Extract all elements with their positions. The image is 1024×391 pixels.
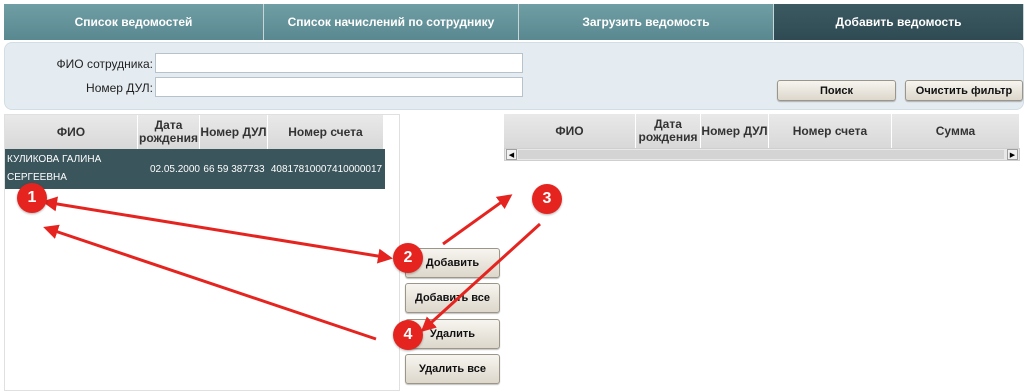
cell-birth-date: 02.05.2000 bbox=[149, 163, 200, 175]
step-badge-2: 2 bbox=[393, 243, 423, 273]
tab-statements-list[interactable]: Список ведомостей bbox=[4, 4, 264, 40]
arrow-add-to-right-grid bbox=[442, 194, 513, 246]
column-header-amount[interactable]: Сумма bbox=[892, 114, 1020, 148]
tab-add-statement[interactable]: Добавить ведомость bbox=[774, 4, 1024, 40]
scrollbar-track[interactable] bbox=[518, 150, 1004, 159]
table-row[interactable]: КУЛИКОВА ГАЛИНА СЕРГЕЕВНА 02.05.2000 66 … bbox=[5, 149, 385, 189]
add-all-button[interactable]: Добавить все bbox=[405, 283, 500, 313]
scroll-left-icon[interactable]: ◀ bbox=[506, 149, 517, 160]
fio-input[interactable] bbox=[155, 53, 523, 73]
column-header-birth-date[interactable]: Дата рождения bbox=[138, 115, 200, 149]
step-badge-1: 1 bbox=[17, 183, 47, 213]
scroll-right-icon[interactable]: ▶ bbox=[1007, 149, 1018, 160]
cell-account: 40817810007410000017 bbox=[270, 163, 383, 175]
delete-all-button[interactable]: Удалить все bbox=[405, 354, 500, 384]
fio-label: ФИО сотрудника: bbox=[56, 57, 153, 71]
cell-fio: КУЛИКОВА ГАЛИНА СЕРГЕЕВНА bbox=[7, 154, 102, 183]
clear-filter-button[interactable]: Очистить фильтр bbox=[905, 80, 1023, 101]
cell-dul: 66 59 387733 bbox=[203, 163, 265, 175]
column-header-account[interactable]: Номер счета bbox=[769, 114, 892, 148]
column-header-birth-date[interactable]: Дата рождения bbox=[636, 114, 701, 148]
tab-bar: Список ведомостей Список начислений по с… bbox=[4, 4, 1024, 40]
column-header-dul[interactable]: Номер ДУЛ bbox=[200, 115, 268, 149]
column-header-fio[interactable]: ФИО bbox=[504, 114, 636, 148]
tab-upload-statement[interactable]: Загрузить ведомость bbox=[519, 4, 774, 40]
step-badge-4: 4 bbox=[393, 320, 423, 350]
column-header-account[interactable]: Номер счета bbox=[268, 115, 384, 149]
dul-label: Номер ДУЛ: bbox=[86, 81, 153, 95]
dul-input[interactable] bbox=[155, 77, 523, 97]
column-header-dul[interactable]: Номер ДУЛ bbox=[701, 114, 769, 148]
filter-panel: ФИО сотрудника: Номер ДУЛ: Поиск Очистит… bbox=[4, 42, 1024, 110]
employees-grid: ФИО Дата рождения Номер ДУЛ Номер счета … bbox=[4, 114, 400, 391]
search-button[interactable]: Поиск bbox=[777, 80, 896, 101]
column-header-fio[interactable]: ФИО bbox=[5, 115, 138, 149]
employees-grid-header: ФИО Дата рождения Номер ДУЛ Номер счета bbox=[5, 115, 384, 149]
statement-grid: ФИО Дата рождения Номер ДУЛ Номер счета … bbox=[504, 114, 1020, 391]
statement-grid-header: ФИО Дата рождения Номер ДУЛ Номер счета … bbox=[504, 114, 1020, 148]
tab-employee-accruals[interactable]: Список начислений по сотруднику bbox=[264, 4, 519, 40]
step-badge-3: 3 bbox=[532, 184, 562, 214]
horizontal-scrollbar[interactable]: ◀ ▶ bbox=[504, 148, 1020, 161]
